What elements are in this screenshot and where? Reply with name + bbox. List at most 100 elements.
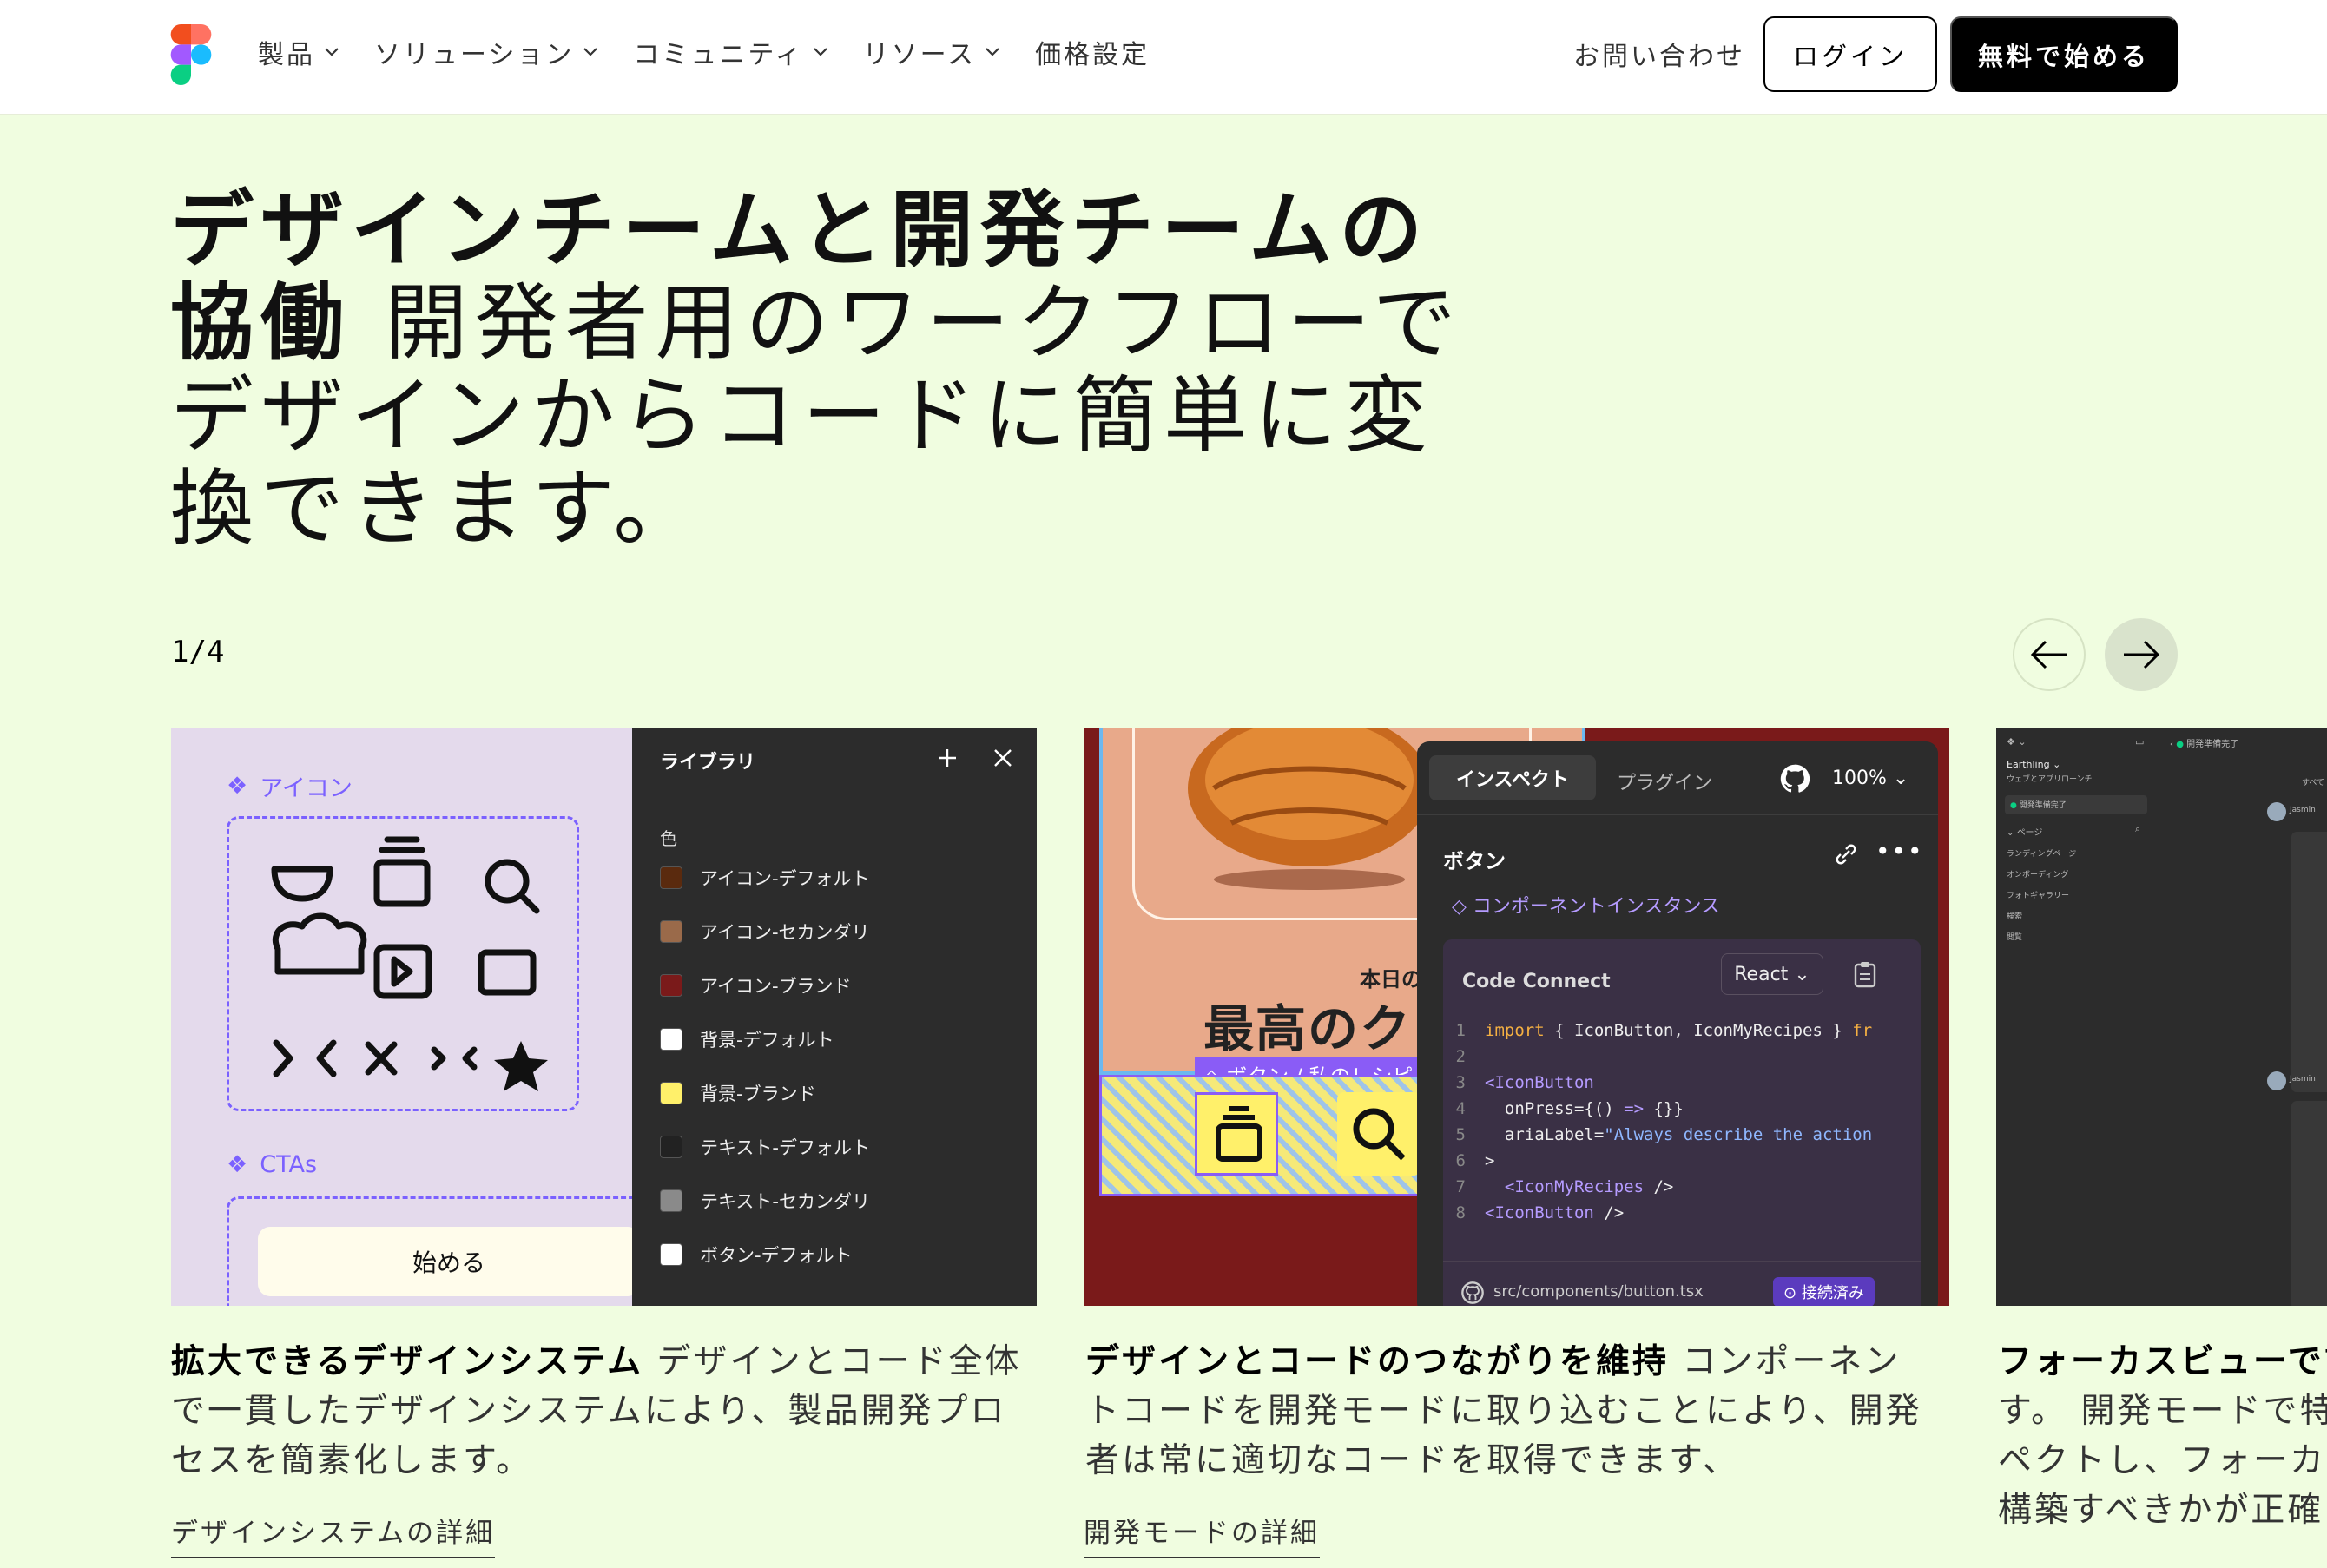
filter-all[interactable]: すべて [2302,776,2324,787]
code-connect-footer: src/components/button.tsx ⊙ 接続済み [1443,1261,1921,1306]
mouth-icon [271,866,333,902]
nav-community[interactable]: コミュニティ [633,33,827,71]
avatar [2267,1071,2286,1090]
card3-body: す。 開発モードで特ペクトし、フォーカを構築すべきかが正確 [1998,1392,2327,1530]
tab-plugin[interactable]: プラグイン [1617,768,1712,795]
card-dev-mode[interactable]: 本日の 最高のクロ ◇ ボタン / 私のレシピ インスペクト プラグイン 100… [1084,728,1949,1306]
nav-products-label: 製品 [258,40,315,70]
icon-grid [271,836,548,1091]
page-item[interactable]: 検索 [2007,910,2022,921]
nav-pricing[interactable]: 価格設定 [1035,33,1150,71]
color-style-item[interactable]: 背景-ブランド [660,1080,816,1106]
connected-status-badge: ⊙ 接続済み [1773,1277,1875,1306]
color-style-label: 背景-ブランド [700,1084,816,1104]
design-system-link[interactable]: デザインシステムの詳細 [171,1511,496,1558]
icons-section-label: ❖ アイコン [227,769,353,803]
close-icon[interactable] [992,747,1014,769]
login-button[interactable]: ログイン [1763,16,1937,92]
color-swatch [660,920,682,943]
carousel-prev-button[interactable] [2013,618,2086,691]
pages-label-text: ページ [2016,828,2043,838]
contact-link[interactable]: お問い合わせ [1573,35,1745,73]
chevron-down-icon [813,48,827,56]
code-line: 3 <IconButton [1455,1073,1594,1092]
card2-caption: デザインとコードのつながりを維持 コンポーネントコードを開発モードに取り込むこと… [1085,1337,1936,1486]
arrow-right-icon [2124,640,2160,669]
figma-menu-icon[interactable]: ❖ ⌄ [2007,736,2027,748]
focus-sidebar: ❖ ⌄ ▭ Earthling ⌄ ウェブとアプリローンチ ● 開発準備完了 ⌄… [1996,728,2152,1306]
recipe-button-preview [1195,1092,1278,1176]
nav-solutions[interactable]: ソリューション [374,33,598,71]
hero-heading-rest: 開発者用のワークフローでデザインからコードに簡単に変換できます。 [170,274,1463,557]
user-name: Jasmin [2290,1075,2316,1084]
play-icon [373,944,432,999]
code-connect-panel: Code Connect React ⌄ 1 import { IconButto… [1443,939,1921,1306]
carousel-next-button[interactable] [2105,618,2178,691]
color-style-item[interactable]: アイコン-デフォルト [660,865,870,891]
card-focus-view[interactable]: ❖ ⌄ ▭ Earthling ⌄ ウェブとアプリローンチ ● 開発準備完了 ⌄… [1996,728,2327,1306]
page-item[interactable]: フォトギャラリー [2007,889,2069,900]
recipe-box-icon [1216,1106,1262,1162]
color-style-item[interactable]: ボタン-デフォルト [660,1242,853,1268]
code-connect-title: Code Connect [1462,971,1611,992]
figma-logo-icon[interactable] [170,24,212,85]
code-line: 8 <IconButton /> [1455,1203,1625,1222]
site-header: 製品 ソリューション コミュニティ リソース 価格設定 お問い合わせ ログイン … [0,0,2327,115]
more-options-icon[interactable]: ••• [1875,837,1924,866]
pages-label: ⌄ ページ [2007,828,2043,838]
cta-start-button[interactable]: 始める [258,1227,640,1296]
nav-community-label: コミュニティ [633,40,804,70]
framework-select[interactable]: React ⌄ [1721,953,1823,995]
color-style-item[interactable]: テキスト-デフォルト [660,1134,870,1160]
dev-mode-link[interactable]: 開発モードの詳細 [1084,1511,1320,1558]
folder-heart-icon [478,949,537,996]
panel-icon[interactable]: ▭ [2135,736,2144,748]
start-free-button[interactable]: 無料で始める [1950,16,2178,92]
color-swatch [660,1136,682,1158]
color-style-item[interactable]: テキスト-セカンダリ [660,1188,870,1214]
zoom-value: 100% [1832,768,1887,789]
dev-ready-item[interactable]: ● 開発準備完了 [2005,795,2147,814]
page-item[interactable]: ランディングページ [2007,847,2076,859]
clipboard-icon[interactable] [1853,960,1877,988]
comment-card [2291,1101,2327,1306]
page-item[interactable]: オンボーディング [2007,868,2068,880]
color-style-item[interactable]: アイコン-ブランド [660,972,852,998]
chevron-down-icon: ⌄ [1892,768,1909,789]
code-line: 1 import { IconButton, IconMyRecipes } fr [1455,1021,1873,1040]
library-panel: ライブラリ 色 アイコン-デフォルト アイコン-セカンダリアイコン-ブランド 背景-… [632,728,1037,1306]
star-icon [494,1041,548,1091]
nav-solutions-label: ソリューション [374,40,575,70]
nav-resources[interactable]: リソース [863,33,1001,71]
check-circle-icon: ⊙ [1783,1284,1797,1302]
plus-icon[interactable] [936,747,959,769]
color-swatch [660,1082,682,1104]
search-icon[interactable]: ⌕ [2135,823,2140,835]
file-path[interactable]: src/components/button.tsx [1493,1282,1704,1301]
chevron-down-icon: ⌄ [1794,963,1810,985]
color-style-label: テキスト-デフォルト [700,1137,870,1158]
tab-inspect[interactable]: インスペクト [1429,755,1596,800]
code-line: 7 <IconMyRecipes /> [1455,1177,1674,1196]
nav-products[interactable]: 製品 [258,33,339,71]
connected-status-text: 接続済み [1801,1284,1864,1302]
card1-caption: 拡大できるデザインシステム デザインとコード全体で一貫したデザインシステムにより… [171,1337,1031,1486]
card3-caption: フォーカスビューで計す。 開発モードで特ペクトし、フォーカを構築すべきかが正確 [1998,1337,2327,1535]
dev-ready-text: 開発準備完了 [2019,801,2067,810]
color-section-label: 色 [660,828,677,849]
link-icon[interactable] [1834,842,1858,866]
zoom-select[interactable]: 100% ⌄ [1832,768,1908,789]
icons-label-text: アイコン [260,775,353,802]
page-item[interactable]: 閲覧 [2007,931,2022,942]
card-design-system[interactable]: ❖ アイコン ❖ CTAs 始める ライブラリ 色 アイコン-デフォルト アイコ… [171,728,1037,1306]
github-icon[interactable] [1780,764,1810,794]
color-style-label: 背景-デフォルト [700,1030,834,1051]
color-style-item[interactable]: アイコン-セカンダリ [660,919,870,945]
nav-pricing-label: 価格設定 [1035,40,1150,70]
card3-heading: フォーカスビューで計 [1998,1342,2327,1381]
library-title: ライブラリ [660,752,756,774]
color-swatch [660,974,682,997]
code-snippet: 1 import { IconButton, IconMyRecipes } fr… [1443,1018,1873,1226]
color-style-item[interactable]: 背景-デフォルト [660,1026,834,1052]
color-style-label: アイコン-ブランド [700,976,852,997]
